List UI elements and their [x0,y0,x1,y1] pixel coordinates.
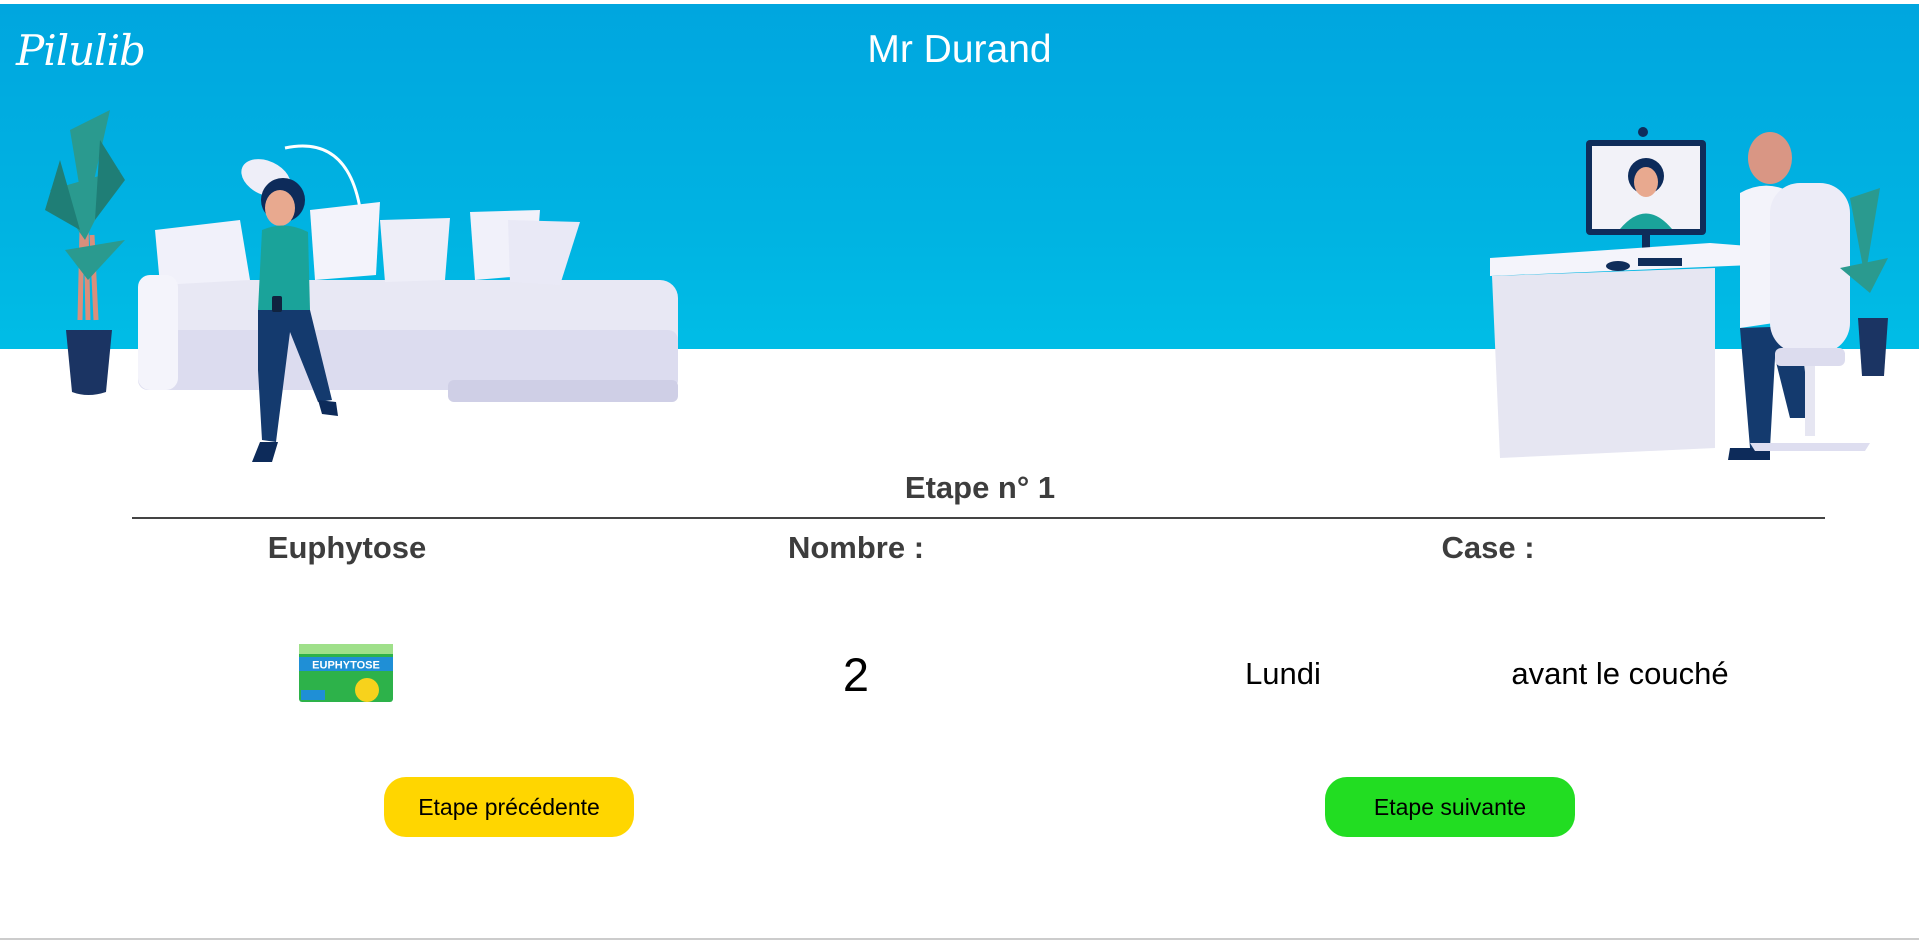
sofa-icon [138,202,678,402]
case-moment: avant le couché [1511,656,1729,691]
pill-count: 2 [842,648,870,701]
previous-step-button[interactable]: Etape précédente [384,777,634,837]
medicine-box-label: EUPHYTOSE [312,660,380,672]
divider [132,517,1825,519]
plant-icon [45,110,125,395]
next-step-button[interactable]: Etape suivante [1325,777,1575,837]
patient-name: Mr Durand [867,28,1052,71]
count-header: Nombre : [787,530,925,565]
living-room-illustration [45,110,678,462]
medicine-box-image: EUPHYTOSE [299,644,393,702]
case-day: Lundi [1245,656,1321,691]
step-title: Etape n° 1 [904,470,1056,505]
case-header: Case : [1441,530,1535,565]
doctor-teleconsultation-illustration [1490,127,1888,460]
monitor-icon [1586,127,1706,249]
medicine-name-header: Euphytose [267,530,427,565]
